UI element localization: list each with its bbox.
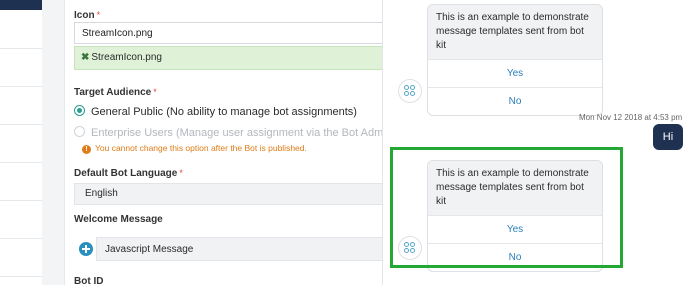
radio-general-public-label: General Public (No ability to manage bot… xyxy=(91,106,357,118)
message-template-card: This is an example to demonstrate messag… xyxy=(427,4,603,116)
warning-text: You cannot change this option after the … xyxy=(95,143,307,153)
rail-item-1[interactable] xyxy=(0,10,42,49)
icon-file-input[interactable]: StreamIcon.png xyxy=(74,22,383,44)
message-timestamp: Mon Nov 12 2018 at 4:53 pm xyxy=(579,113,683,122)
user-message-bubble: Hi xyxy=(653,124,683,150)
left-navigation-rail xyxy=(0,0,43,285)
uploaded-file-name: StreamIcon.png xyxy=(91,52,162,63)
default-language-label: Default Bot Language * xyxy=(74,168,183,179)
rail-item-5[interactable] xyxy=(0,162,42,201)
radio-enterprise-users-label: Enterprise Users (Manage user assignment… xyxy=(91,127,383,139)
highlight-box xyxy=(390,147,623,268)
required-mark: * xyxy=(96,10,101,20)
uploaded-icon-chip: ✖ StreamIcon.png xyxy=(74,46,383,70)
bot-id-label: Bot ID xyxy=(74,276,104,285)
rail-active-indicator xyxy=(0,0,42,10)
option-yes-button[interactable]: Yes xyxy=(428,59,602,87)
rail-item-6[interactable] xyxy=(0,200,42,239)
content-gutter xyxy=(42,0,64,285)
radio-general-public[interactable]: General Public (No ability to manage bot… xyxy=(74,105,357,118)
rail-item-3[interactable] xyxy=(0,86,42,125)
bot-settings-form: Icon * StreamIcon.png ✖ StreamIcon.png Tar… xyxy=(64,0,383,285)
bot-avatar-icon xyxy=(398,79,422,103)
plus-circle-icon[interactable] xyxy=(79,242,93,256)
rail-item-2[interactable] xyxy=(0,48,42,87)
target-audience-label: Target Audience * xyxy=(74,87,157,98)
welcome-message-label: Welcome Message xyxy=(74,214,163,225)
rail-item-4[interactable] xyxy=(0,124,42,163)
audience-warning: ! You cannot change this option after the… xyxy=(82,143,307,154)
radio-selected-icon[interactable] xyxy=(74,105,85,116)
warning-icon: ! xyxy=(82,145,91,154)
remove-file-icon[interactable]: ✖ xyxy=(81,52,89,63)
radio-unselected-icon xyxy=(74,126,85,137)
welcome-message-row[interactable]: Javascript Message xyxy=(74,237,383,261)
icon-label: Icon * xyxy=(74,10,101,21)
radio-enterprise-users: Enterprise Users (Manage user assignment… xyxy=(74,126,383,139)
default-language-select[interactable]: English xyxy=(74,183,383,205)
option-no-button[interactable]: No xyxy=(428,87,602,115)
welcome-message-value[interactable]: Javascript Message xyxy=(96,237,383,261)
required-mark: * xyxy=(153,87,157,97)
template-message-text: This is an example to demonstrate messag… xyxy=(428,5,602,59)
rail-item-7[interactable] xyxy=(0,238,42,277)
required-mark: * xyxy=(179,168,183,178)
